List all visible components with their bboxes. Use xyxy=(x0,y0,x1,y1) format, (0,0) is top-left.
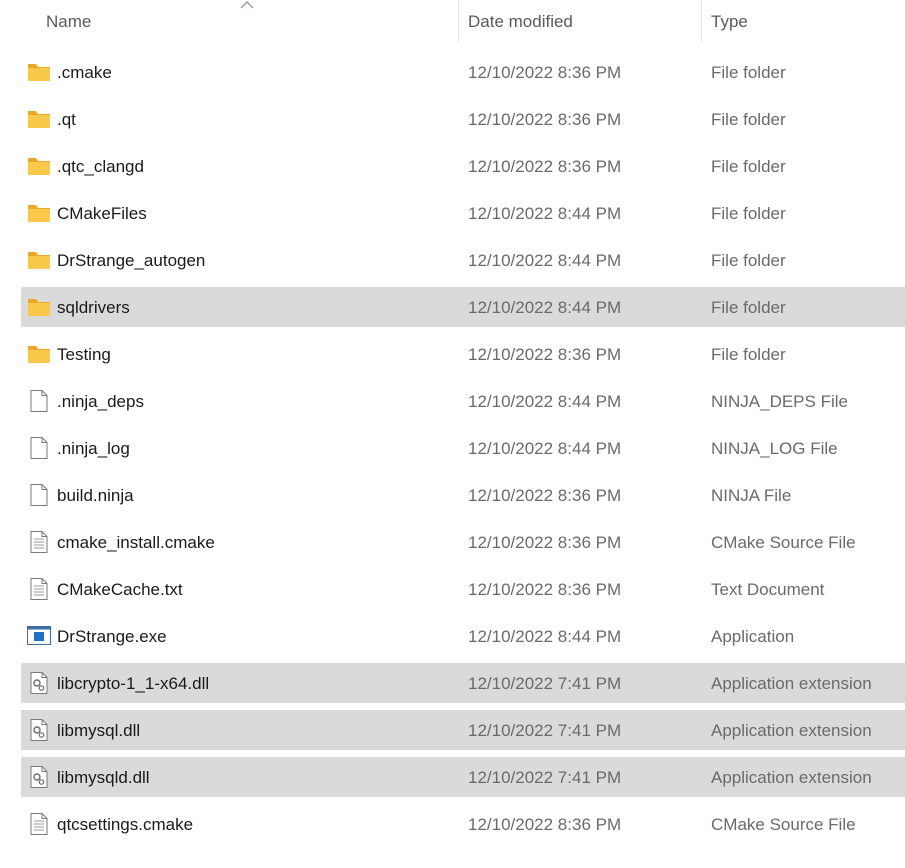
file-name: build.ninja xyxy=(57,486,134,505)
file-date-modified: 12/10/2022 8:44 PM xyxy=(468,439,622,458)
file-name: libcrypto-1_1-x64.dll xyxy=(57,674,210,693)
file-name: CMakeCache.txt xyxy=(57,580,183,599)
file-row[interactable]: libmysqld.dll 12/10/2022 7:41 PM Applicati… xyxy=(0,754,905,801)
file-name: .qtc_clangd xyxy=(57,157,144,176)
file-date-modified: 12/10/2022 8:36 PM xyxy=(468,63,622,82)
file-name: DrStrange_autogen xyxy=(57,251,206,270)
column-header-bar: Name Date modified Type xyxy=(0,0,905,42)
text-file-icon xyxy=(26,577,52,601)
file-row[interactable]: cmake_install.cmake 12/10/2022 8:36 PM CMa… xyxy=(0,519,905,566)
text-file-icon xyxy=(26,812,52,836)
folder-icon xyxy=(26,248,52,272)
column-separator[interactable] xyxy=(458,0,459,42)
file-row[interactable]: sqldrivers 12/10/2022 8:44 PM File folder xyxy=(0,284,905,331)
file-row[interactable]: .qtc_clangd 12/10/2022 8:36 PM File folder xyxy=(0,143,905,190)
file-list: .cmake 12/10/2022 8:36 PM File folder .qt 12… xyxy=(0,49,905,848)
file-type: Application extension xyxy=(711,721,872,740)
sort-ascending-icon[interactable] xyxy=(240,0,254,10)
file-date-modified: 12/10/2022 7:41 PM xyxy=(468,674,622,693)
text-file-icon xyxy=(26,530,52,554)
file-date-modified: 12/10/2022 8:36 PM xyxy=(468,345,622,364)
file-date-modified: 12/10/2022 8:44 PM xyxy=(468,298,622,317)
file-name: .ninja_deps xyxy=(57,392,144,411)
folder-icon xyxy=(26,295,52,319)
file-type: File folder xyxy=(711,110,786,129)
file-date-modified: 12/10/2022 8:36 PM xyxy=(468,110,622,129)
file-name: cmake_install.cmake xyxy=(57,533,215,552)
file-type: File folder xyxy=(711,204,786,223)
file-date-modified: 12/10/2022 8:44 PM xyxy=(468,204,622,223)
file-row[interactable]: .cmake 12/10/2022 8:36 PM File folder xyxy=(0,49,905,96)
dll-file-icon xyxy=(26,671,52,695)
file-date-modified: 12/10/2022 8:36 PM xyxy=(468,815,622,834)
file-row[interactable]: libcrypto-1_1-x64.dll 12/10/2022 7:41 PM A… xyxy=(0,660,905,707)
file-name: CMakeFiles xyxy=(57,204,147,223)
file-name: .ninja_log xyxy=(57,439,130,458)
file-row[interactable]: Testing 12/10/2022 8:36 PM File folder xyxy=(0,331,905,378)
file-type: Text Document xyxy=(711,580,825,599)
file-row[interactable]: .qt 12/10/2022 8:36 PM File folder xyxy=(0,96,905,143)
file-name: DrStrange.exe xyxy=(57,627,167,646)
folder-icon xyxy=(26,201,52,225)
file-name: .qt xyxy=(57,110,76,129)
file-type: CMake Source File xyxy=(711,533,856,552)
file-name: libmysql.dll xyxy=(57,721,141,740)
file-date-modified: 12/10/2022 7:41 PM xyxy=(468,721,622,740)
file-row[interactable]: qtcsettings.cmake 12/10/2022 8:36 PM CMake… xyxy=(0,801,905,848)
file-row[interactable]: DrStrange_autogen 12/10/2022 8:44 PM File … xyxy=(0,237,905,284)
file-type: File folder xyxy=(711,298,786,317)
folder-icon xyxy=(26,60,52,84)
blank-file-icon xyxy=(26,436,52,460)
column-header-date-modified[interactable]: Date modified xyxy=(468,0,573,42)
file-type: File folder xyxy=(711,251,786,270)
file-row[interactable]: libmysql.dll 12/10/2022 7:41 PM Applicatio… xyxy=(0,707,905,754)
file-date-modified: 12/10/2022 8:44 PM xyxy=(468,392,622,411)
column-header-name[interactable]: Name xyxy=(46,0,91,42)
folder-icon xyxy=(26,107,52,131)
blank-file-icon xyxy=(26,389,52,413)
file-type: Application extension xyxy=(711,674,872,693)
file-date-modified: 12/10/2022 8:36 PM xyxy=(468,157,622,176)
file-date-modified: 12/10/2022 8:44 PM xyxy=(468,251,622,270)
file-name: .cmake xyxy=(57,63,112,82)
blank-file-icon xyxy=(26,483,52,507)
file-name: sqldrivers xyxy=(57,298,130,317)
file-row[interactable]: build.ninja 12/10/2022 8:36 PM NINJA File xyxy=(0,472,905,519)
file-date-modified: 12/10/2022 8:36 PM xyxy=(468,580,622,599)
file-type: File folder xyxy=(711,157,786,176)
file-type: NINJA_DEPS File xyxy=(711,392,848,411)
file-date-modified: 12/10/2022 8:36 PM xyxy=(468,486,622,505)
file-date-modified: 12/10/2022 8:44 PM xyxy=(468,627,622,646)
file-type: File folder xyxy=(711,345,786,364)
file-date-modified: 12/10/2022 8:36 PM xyxy=(468,533,622,552)
column-header-type[interactable]: Type xyxy=(711,0,748,42)
file-type: Application extension xyxy=(711,768,872,787)
file-type: NINJA_LOG File xyxy=(711,439,838,458)
file-row[interactable]: CMakeFiles 12/10/2022 8:44 PM File folder xyxy=(0,190,905,237)
folder-icon xyxy=(26,342,52,366)
file-name: qtcsettings.cmake xyxy=(57,815,194,834)
file-row[interactable]: CMakeCache.txt 12/10/2022 8:36 PM Text Doc… xyxy=(0,566,905,613)
dll-file-icon xyxy=(26,718,52,742)
file-date-modified: 12/10/2022 7:41 PM xyxy=(468,768,622,787)
file-row[interactable]: .ninja_deps 12/10/2022 8:44 PM NINJA_DEPS … xyxy=(0,378,905,425)
folder-icon xyxy=(26,154,52,178)
file-name: libmysqld.dll xyxy=(57,768,150,787)
dll-file-icon xyxy=(26,765,52,789)
file-type: NINJA File xyxy=(711,486,792,505)
file-type: CMake Source File xyxy=(711,815,856,834)
column-separator[interactable] xyxy=(701,0,702,42)
file-type: File folder xyxy=(711,63,786,82)
application-icon xyxy=(26,624,52,648)
file-type: Application xyxy=(711,627,795,646)
file-row[interactable]: .ninja_log 12/10/2022 8:44 PM NINJA_LOG Fi… xyxy=(0,425,905,472)
file-name: Testing xyxy=(57,345,111,364)
file-row[interactable]: DrStrange.exe 12/10/2022 8:44 PM Applicati… xyxy=(0,613,905,660)
